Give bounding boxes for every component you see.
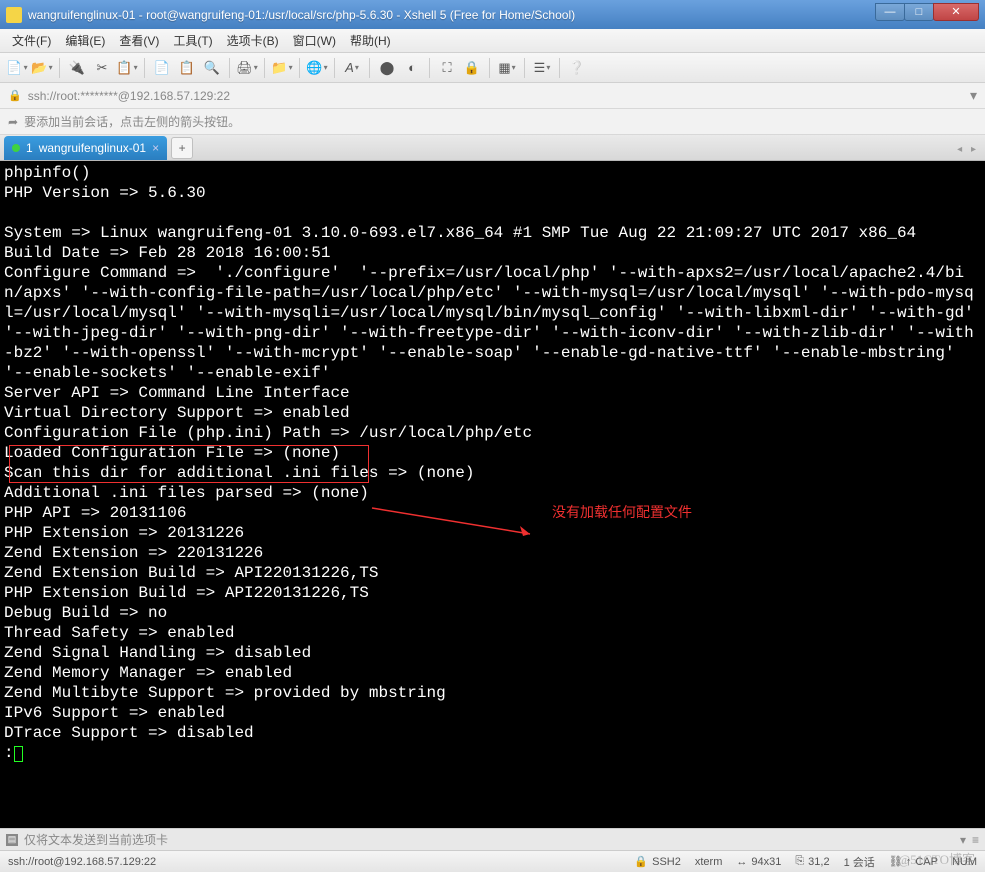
separator-icon	[229, 58, 230, 78]
tab-index: 1	[26, 141, 33, 155]
status-protocol: 🔒 SSH2	[634, 855, 680, 868]
send-bar-dropdown[interactable]: ▾	[960, 833, 966, 847]
separator-icon	[369, 58, 370, 78]
status-term: xterm	[695, 856, 723, 868]
app-window: wangruifenglinux-01 - root@wangruifeng-0…	[0, 0, 985, 872]
menu-tab[interactable]: 选项卡(B)	[221, 29, 285, 52]
toolbar: 📄 📂 🔌 ✂ 📋 📄 📋 🔍 🖨 📁 🌐 A ⬤ ◐ ⛶ 🔒 ▦ ☰ ❔	[0, 53, 985, 83]
color-button[interactable]: ⬤	[376, 57, 398, 79]
separator-icon	[489, 58, 490, 78]
paste-button[interactable]: 📋	[176, 57, 198, 79]
open-button[interactable]: 📂	[31, 57, 53, 79]
tab-bar: 1 wangruifenglinux-01 × + ◂ ▸	[0, 135, 985, 161]
session-tab[interactable]: 1 wangruifenglinux-01 ×	[4, 136, 167, 160]
terminal[interactable]: phpinfo() PHP Version => 5.6.30 System =…	[0, 161, 985, 828]
separator-icon	[299, 58, 300, 78]
menu-file[interactable]: 文件(F)	[6, 29, 57, 52]
watermark: @51CTO博客	[898, 849, 975, 868]
send-bar-text[interactable]: 仅将文本发送到当前选项卡	[24, 831, 954, 848]
terminal-output: phpinfo() PHP Version => 5.6.30 System =…	[4, 164, 983, 762]
properties-button[interactable]: 📋	[116, 57, 138, 79]
status-size: ↔ 94x31	[736, 856, 781, 868]
tab-label: wangruifenglinux-01	[39, 141, 146, 155]
print-button[interactable]: 🖨	[236, 57, 258, 79]
font-button[interactable]: A	[341, 57, 363, 79]
menu-tools[interactable]: 工具(T)	[167, 29, 218, 52]
theme-button[interactable]: ◐	[401, 57, 423, 79]
maximize-button[interactable]: □	[904, 3, 934, 21]
hint-bar: ➦ 要添加当前会话，点击左侧的箭头按钮。	[0, 109, 985, 135]
separator-icon	[264, 58, 265, 78]
lock-icon: 🔒	[8, 89, 22, 102]
menu-edit[interactable]: 编辑(E)	[59, 29, 111, 52]
separator-icon	[144, 58, 145, 78]
status-dot-icon	[12, 144, 20, 152]
reconnect-button[interactable]: 🔌	[66, 57, 88, 79]
lock-button[interactable]: 🔒	[461, 57, 483, 79]
address-text[interactable]: ssh://root:********@192.168.57.129:22	[28, 89, 964, 103]
menu-view[interactable]: 查看(V)	[113, 29, 165, 52]
separator-icon	[429, 58, 430, 78]
hint-text: 要添加当前会话，点击左侧的箭头按钮。	[24, 113, 240, 130]
menubar: 文件(F) 编辑(E) 查看(V) 工具(T) 选项卡(B) 窗口(W) 帮助(…	[0, 29, 985, 53]
close-tab-button[interactable]: ×	[152, 141, 159, 155]
help-button[interactable]: ❔	[566, 57, 588, 79]
send-bar-menu-icon[interactable]: ≡	[972, 833, 979, 847]
expand-icon[interactable]: ▤	[6, 834, 18, 846]
send-bar: ▤ 仅将文本发送到当前选项卡 ▾ ≡	[0, 828, 985, 850]
new-session-button[interactable]: 📄	[6, 57, 28, 79]
status-bar: ssh://root@192.168.57.129:22 🔒 SSH2 xter…	[0, 850, 985, 872]
separator-icon	[59, 58, 60, 78]
new-tab-button[interactable]: +	[171, 137, 193, 159]
status-cursor: ⎘ 31,2	[795, 855, 829, 868]
status-connection: ssh://root@192.168.57.129:22	[8, 856, 156, 868]
menu-help[interactable]: 帮助(H)	[344, 29, 397, 52]
view-button[interactable]: ☰	[531, 57, 553, 79]
find-button[interactable]: 🔍	[201, 57, 223, 79]
highlight-button[interactable]: 🌐	[306, 57, 328, 79]
separator-icon	[524, 58, 525, 78]
bookmark-icon[interactable]: ➦	[8, 115, 18, 129]
status-sessions: 1 会话	[844, 854, 875, 870]
addressbar: 🔒 ssh://root:********@192.168.57.129:22 …	[0, 83, 985, 109]
menu-window[interactable]: 窗口(W)	[287, 29, 342, 52]
close-button[interactable]: ✕	[933, 3, 979, 21]
separator-icon	[334, 58, 335, 78]
disconnect-button[interactable]: ✂	[91, 57, 113, 79]
xftp-button[interactable]: 📁	[271, 57, 293, 79]
tab-nav-arrows[interactable]: ◂ ▸	[957, 144, 979, 155]
copy-button[interactable]: 📄	[151, 57, 173, 79]
window-title: wangruifenglinux-01 - root@wangruifeng-0…	[28, 8, 876, 22]
layout-button[interactable]: ▦	[496, 57, 518, 79]
window-buttons: — □ ✕	[876, 9, 979, 21]
cursor-icon	[14, 746, 23, 762]
fullscreen-button[interactable]: ⛶	[436, 57, 458, 79]
minimize-button[interactable]: —	[875, 3, 905, 21]
separator-icon	[559, 58, 560, 78]
titlebar[interactable]: wangruifenglinux-01 - root@wangruifeng-0…	[0, 0, 985, 29]
app-icon	[6, 7, 22, 23]
annotation-text: 没有加载任何配置文件	[552, 502, 692, 522]
add-button[interactable]: ▾	[970, 87, 977, 104]
